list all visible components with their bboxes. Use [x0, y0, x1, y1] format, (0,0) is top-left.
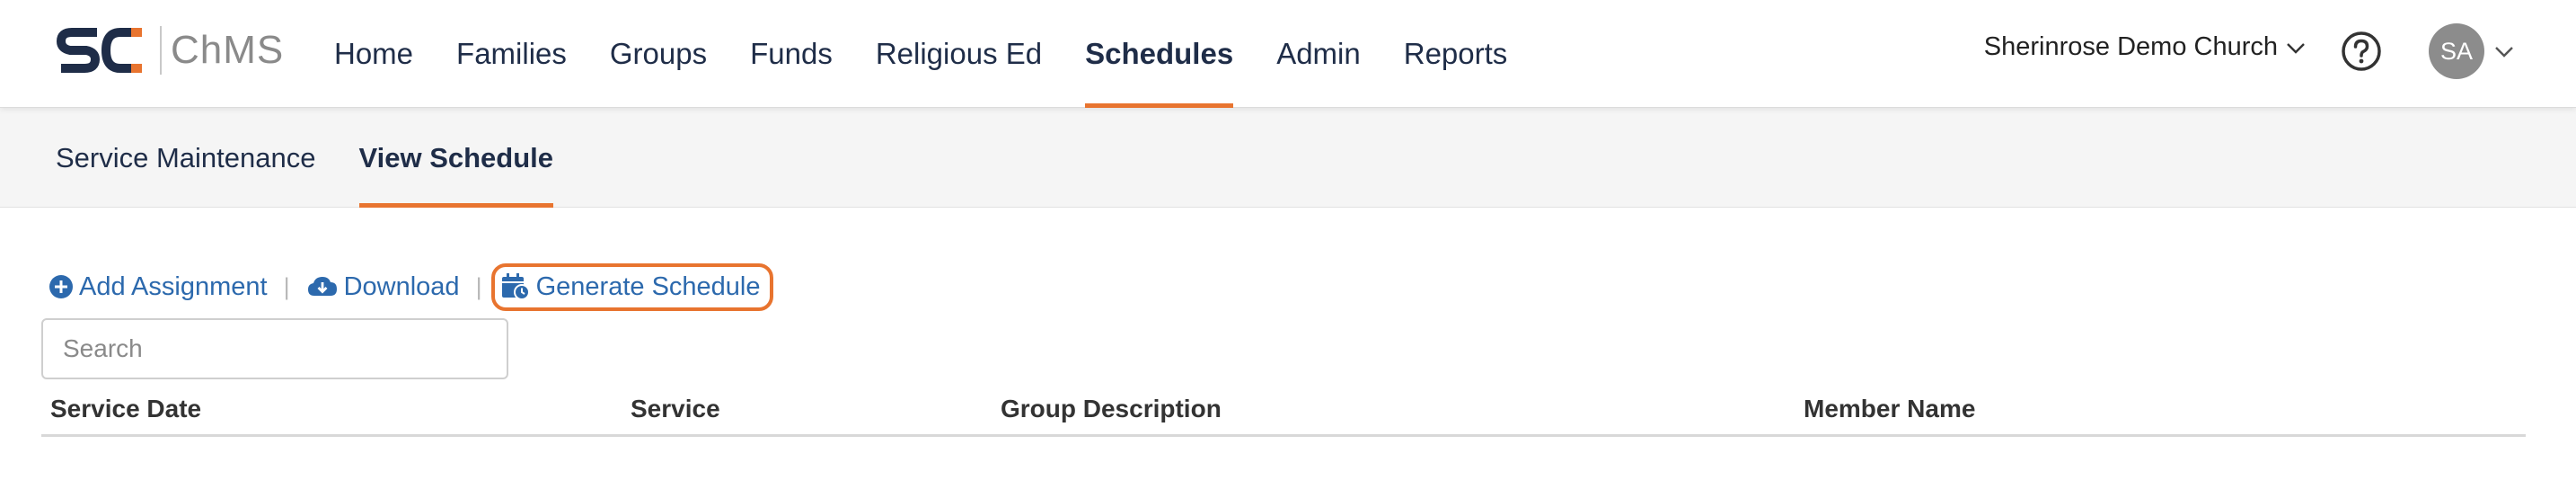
sub-nav: Service Maintenance View Schedule [56, 108, 596, 208]
nav-admin[interactable]: Admin [1276, 0, 1361, 108]
nav-funds[interactable]: Funds [750, 0, 833, 108]
calendar-clock-icon [501, 273, 530, 300]
tab-service-maintenance[interactable]: Service Maintenance [56, 108, 316, 208]
column-header-member-name[interactable]: Member Name [1804, 385, 1975, 433]
organization-name: Sherinrose Demo Church [1983, 32, 2278, 61]
generate-schedule-label: Generate Schedule [535, 271, 761, 301]
nav-religious-ed[interactable]: Religious Ed [876, 0, 1042, 108]
action-separator: | [283, 272, 290, 300]
download-label: Download [343, 271, 460, 301]
column-header-group-description[interactable]: Group Description [1001, 385, 1222, 433]
nav-reports[interactable]: Reports [1404, 0, 1508, 108]
download-button[interactable]: Download [306, 272, 460, 302]
nav-families[interactable]: Families [456, 0, 567, 108]
top-navbar: ChMS Home Families Groups Funds Religiou… [0, 0, 2576, 108]
app-logo[interactable]: ChMS [54, 23, 284, 77]
plus-circle-icon [49, 275, 73, 298]
add-assignment-button[interactable]: Add Assignment [49, 272, 268, 302]
help-icon[interactable] [2341, 31, 2382, 72]
column-header-service-date[interactable]: Service Date [50, 385, 201, 433]
sc-logo-icon [56, 28, 142, 73]
generate-schedule-button[interactable]: Generate Schedule [490, 262, 773, 311]
cloud-download-icon [307, 277, 337, 296]
organization-dropdown[interactable]: Sherinrose Demo Church [1984, 32, 2308, 62]
user-menu[interactable]: SA [2429, 23, 2517, 79]
nav-schedules[interactable]: Schedules [1085, 0, 1234, 108]
nav-home[interactable]: Home [334, 0, 413, 108]
avatar: SA [2429, 23, 2484, 79]
search-input[interactable] [41, 318, 508, 379]
nav-groups[interactable]: Groups [610, 0, 707, 108]
column-header-service[interactable]: Service [631, 385, 720, 433]
action-separator: | [475, 272, 482, 300]
add-assignment-label: Add Assignment [79, 271, 268, 301]
logo-text: ChMS [171, 28, 285, 72]
chevron-down-icon [2287, 42, 2305, 54]
tab-view-schedule[interactable]: View Schedule [358, 108, 553, 208]
sub-navbar: Service Maintenance View Schedule [0, 108, 2576, 208]
logo-divider [160, 26, 162, 75]
action-bar: Add Assignment | Download | Generate Sch… [49, 262, 773, 311]
chevron-down-icon [2495, 47, 2513, 58]
schedule-table-header: Service Date Service Group Description M… [41, 385, 2526, 437]
main-nav: Home Families Groups Funds Religious Ed … [334, 0, 1550, 108]
